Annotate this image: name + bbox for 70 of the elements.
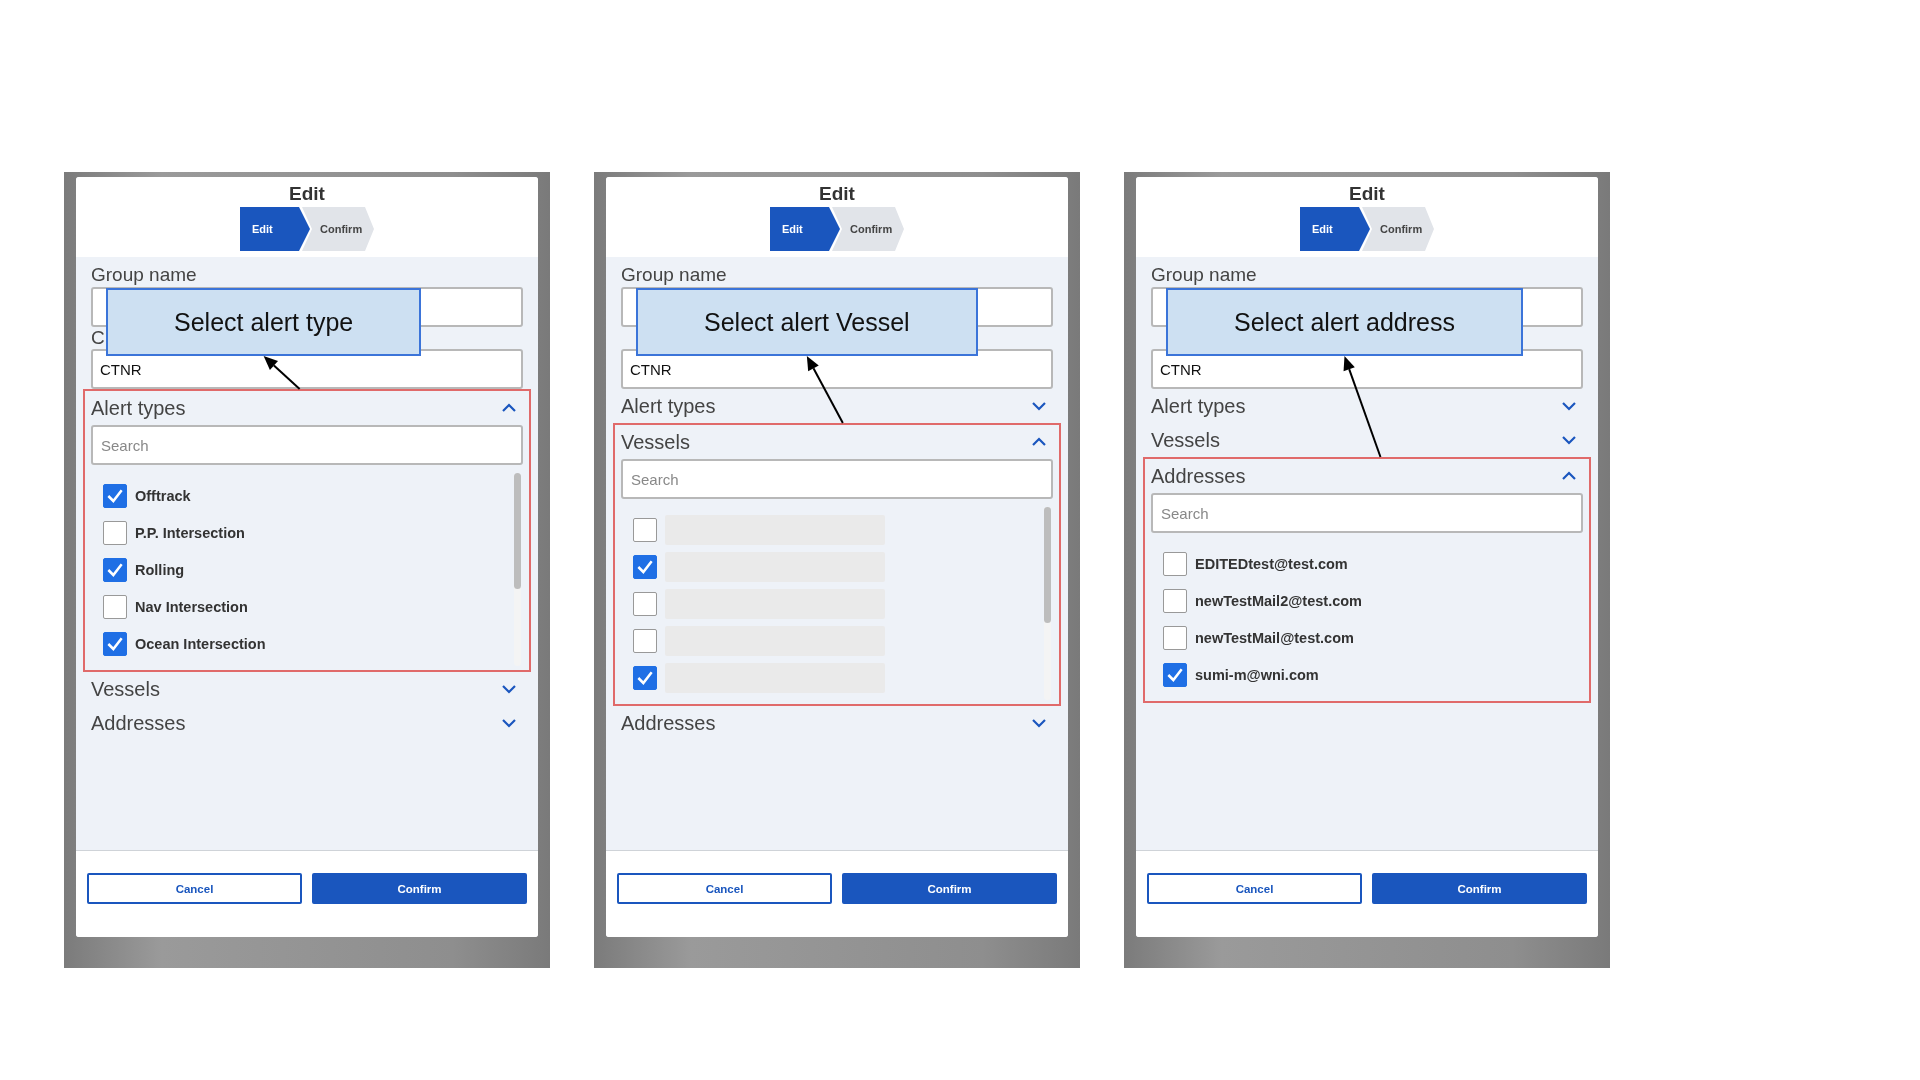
chevron-down-icon[interactable]: [1561, 401, 1577, 411]
chevron-down-icon[interactable]: [501, 684, 517, 694]
search-field[interactable]: Search: [91, 425, 523, 465]
checkbox[interactable]: [103, 483, 127, 508]
scrollbar[interactable]: [514, 473, 521, 666]
checkbox-label[interactable]: Ocean Intersection: [135, 635, 266, 652]
checkbox[interactable]: [633, 517, 657, 542]
checkbox[interactable]: [1163, 662, 1187, 687]
field-label: Group name: [1151, 263, 1258, 287]
field-label: Group name: [621, 263, 728, 287]
checkbox-label[interactable]: newTestMail2@test.com: [1195, 592, 1362, 609]
checkbox-label[interactable]: Offtrack: [135, 487, 191, 504]
step-tab[interactable]: Edit: [1300, 207, 1370, 251]
confirm-button[interactable]: Confirm: [1372, 873, 1587, 904]
scrollbar[interactable]: [1044, 507, 1051, 700]
search-field[interactable]: Search: [1151, 493, 1583, 533]
checkbox-label[interactable]: Rolling: [135, 561, 185, 578]
callout-tooltip: Select alert address: [1166, 288, 1523, 356]
step-tab[interactable]: Confirm: [832, 207, 904, 251]
field-label: Group name: [91, 263, 198, 287]
section-title[interactable]: Alert types: [621, 394, 716, 418]
checkbox[interactable]: [103, 631, 127, 656]
checkbox-label[interactable]: newTestMail@test.com: [1195, 629, 1354, 646]
section-title[interactable]: Alert types: [1151, 394, 1246, 418]
checkbox[interactable]: [103, 594, 127, 619]
callout-tooltip: Select alert type: [106, 288, 422, 356]
section-title[interactable]: Vessels: [91, 677, 160, 701]
checkbox-label[interactable]: Nav Intersection: [135, 598, 248, 615]
checkbox[interactable]: [1163, 551, 1187, 576]
section-title[interactable]: Alert types: [91, 396, 186, 420]
checkbox[interactable]: [103, 520, 127, 545]
step-tab[interactable]: Confirm: [302, 207, 374, 251]
chevron-up-icon[interactable]: [501, 403, 517, 413]
section-title[interactable]: Vessels: [621, 430, 690, 454]
chevron-down-icon[interactable]: [1031, 401, 1047, 411]
step-tab[interactable]: Confirm: [1362, 207, 1434, 251]
cancel-button[interactable]: Cancel: [87, 873, 302, 904]
cancel-button[interactable]: Cancel: [1147, 873, 1362, 904]
confirm-button[interactable]: Confirm: [312, 873, 527, 904]
chevron-down-icon[interactable]: [1561, 435, 1577, 445]
cancel-button[interactable]: Cancel: [617, 873, 832, 904]
checkbox-label[interactable]: sumi-m@wni.com: [1195, 666, 1319, 683]
chevron-down-icon[interactable]: [501, 718, 517, 728]
step-tab[interactable]: Edit: [770, 207, 840, 251]
checkbox[interactable]: [633, 665, 657, 690]
checkbox[interactable]: [103, 557, 127, 582]
arrow: [263, 356, 301, 390]
dialog-title: Edit: [289, 183, 325, 205]
callout-tooltip: Select alert Vessel: [636, 288, 978, 356]
chevron-down-icon[interactable]: [1031, 718, 1047, 728]
checkbox[interactable]: [1163, 625, 1187, 650]
confirm-button[interactable]: Confirm: [842, 873, 1057, 904]
section-title[interactable]: Vessels: [1151, 428, 1220, 452]
chevron-up-icon[interactable]: [1561, 471, 1577, 481]
chevron-up-icon[interactable]: [1031, 437, 1047, 447]
section-title[interactable]: Addresses: [1151, 464, 1246, 488]
section-title[interactable]: Addresses: [91, 711, 186, 735]
arrow: [806, 356, 844, 424]
search-field[interactable]: Search: [621, 459, 1053, 499]
checkbox[interactable]: [633, 628, 657, 653]
checkbox-label[interactable]: EDITEDtest@test.com: [1195, 555, 1348, 572]
dialog-title: Edit: [819, 183, 855, 205]
checkbox[interactable]: [633, 591, 657, 616]
dialog-title: Edit: [1349, 183, 1385, 205]
checkbox[interactable]: [633, 554, 657, 579]
field-label: C: [91, 327, 105, 349]
checkbox-label[interactable]: P.P. Intersection: [135, 524, 245, 541]
step-tab[interactable]: Edit: [240, 207, 310, 251]
checkbox[interactable]: [1163, 588, 1187, 613]
section-title[interactable]: Addresses: [621, 711, 716, 735]
